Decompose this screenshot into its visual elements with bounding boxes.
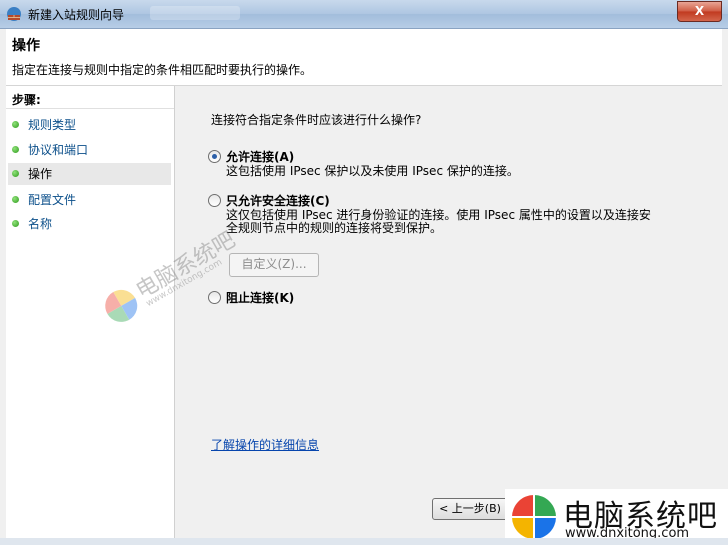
watermark-logo-icon (512, 495, 556, 539)
step-label: 操作 (28, 167, 53, 181)
steps-pane: 步骤: 规则类型 协议和端口 操作 配置文件 名称 (6, 86, 175, 538)
step-label: 配置文件 (28, 193, 77, 207)
customize-button[interactable]: 自定义(Z)... (229, 253, 319, 277)
allow-secure-label[interactable]: 只允许安全连接(C) (226, 192, 330, 209)
header-panel: 操作 指定在连接与规则中指定的条件相匹配时要执行的操作。 (6, 29, 722, 86)
step-rule-type[interactable]: 规则类型 (8, 114, 171, 136)
title-bar: 新建入站规则向导 X (0, 0, 728, 29)
steps-divider (6, 108, 174, 109)
step-label: 协议和端口 (28, 143, 89, 157)
window-title: 新建入站规则向导 (28, 8, 125, 22)
allow-secure-desc-line2: 全规则节点中的规则的连接将受到保护。 (226, 221, 443, 235)
step-name[interactable]: 名称 (8, 213, 171, 235)
close-button[interactable]: X (677, 1, 722, 22)
content-pane: 连接符合指定条件时应该进行什么操作? 允许连接(A) 这包括使用 IPsec 保… (176, 86, 722, 538)
step-profile[interactable]: 配置文件 (8, 189, 171, 211)
step-label: 名称 (28, 217, 53, 231)
block-label[interactable]: 阻止连接(K) (226, 289, 294, 306)
green-dot-icon (12, 146, 19, 153)
block-radio[interactable] (208, 291, 221, 304)
green-dot-icon (12, 121, 19, 128)
step-action[interactable]: 操作 (8, 163, 171, 185)
page-subtitle: 指定在连接与规则中指定的条件相匹配时要执行的操作。 (12, 63, 313, 77)
bottom-edge (0, 538, 728, 545)
page-title: 操作 (12, 38, 40, 54)
green-dot-icon (12, 220, 19, 227)
firewall-icon (7, 7, 21, 21)
step-label: 规则类型 (28, 118, 77, 132)
action-question: 连接符合指定条件时应该进行什么操作? (211, 113, 422, 127)
green-dot-icon (12, 170, 19, 177)
step-protocol-ports[interactable]: 协议和端口 (8, 139, 171, 161)
green-dot-icon (12, 196, 19, 203)
wizard-window: 新建入站规则向导 X 操作 指定在连接与规则中指定的条件相匹配时要执行的操作。 … (0, 0, 728, 545)
watermark-corner: 电脑系统吧 www.dnxitong.com (505, 489, 728, 545)
allow-secure-radio[interactable] (208, 194, 221, 207)
allow-desc: 这包括使用 IPsec 保护以及未使用 IPsec 保护的连接。 (226, 164, 519, 178)
allow-label[interactable]: 允许连接(A) (226, 148, 294, 165)
steps-title: 步骤: (12, 93, 41, 107)
learn-more-link[interactable]: 了解操作的详细信息 (211, 436, 319, 453)
allow-radio[interactable] (208, 150, 221, 163)
title-bar-blur (150, 6, 240, 20)
back-button[interactable]: < 上一步(B) (432, 498, 508, 520)
